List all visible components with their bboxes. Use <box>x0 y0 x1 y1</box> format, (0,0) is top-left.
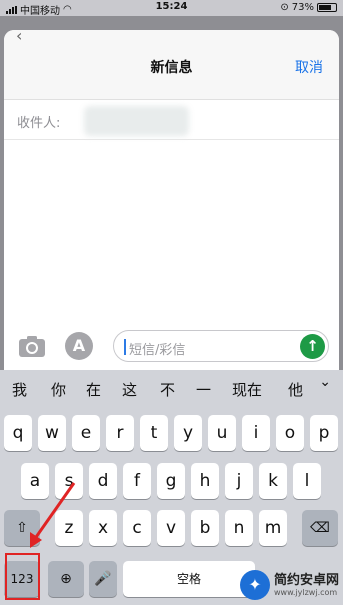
android-logo-icon: ✦ <box>239 570 270 600</box>
battery-percent: 73% <box>291 2 314 13</box>
key-o[interactable]: o <box>276 415 304 451</box>
key-e[interactable]: e <box>72 415 100 451</box>
key-c[interactable]: c <box>123 510 151 546</box>
suggestion-item[interactable]: 这 <box>122 379 137 400</box>
text-cursor <box>124 339 126 355</box>
key-b[interactable]: b <box>191 510 219 546</box>
key-a[interactable]: a <box>21 463 49 499</box>
battery-group: ⊙ 73% <box>280 2 337 13</box>
suggestion-item[interactable]: 在 <box>86 379 101 400</box>
annotation-highlight-box <box>5 553 40 600</box>
key-p[interactable]: p <box>310 415 338 451</box>
cancel-button[interactable]: 取消 <box>295 57 323 77</box>
watermark-name: 简约安卓网 <box>273 572 339 588</box>
suggestion-item[interactable]: 他 <box>288 379 303 400</box>
recipient-field[interactable]: 收件人: <box>4 100 339 140</box>
site-watermark: ✦ 简约安卓网 www.jylzwj.com <box>239 568 339 602</box>
suggestion-item[interactable]: 你 <box>51 379 66 400</box>
chevron-down-icon[interactable]: ⌄ <box>319 374 331 390</box>
battery-icon <box>317 3 337 12</box>
space-key[interactable]: 空格 <box>123 561 255 597</box>
delete-key[interactable]: ⌫ <box>302 510 338 546</box>
key-n[interactable]: n <box>225 510 253 546</box>
key-v[interactable]: v <box>157 510 185 546</box>
key-h[interactable]: h <box>191 463 219 499</box>
camera-icon[interactable] <box>18 334 46 358</box>
key-f[interactable]: f <box>123 463 151 499</box>
globe-key[interactable]: ⊕ <box>48 561 84 597</box>
rotation-lock-icon: ⊙ <box>280 2 289 13</box>
key-l[interactable]: l <box>293 463 321 499</box>
suggestion-item[interactable]: 一 <box>196 379 211 400</box>
key-i[interactable]: i <box>242 415 270 451</box>
key-u[interactable]: u <box>208 415 236 451</box>
compose-bar: A 短信/彩信 ↑ <box>4 326 339 370</box>
recipient-label: 收件人: <box>17 116 61 131</box>
key-y[interactable]: y <box>174 415 202 451</box>
key-w[interactable]: w <box>38 415 66 451</box>
suggestion-item[interactable]: 我 <box>12 379 27 400</box>
message-input[interactable]: 短信/彩信 ↑ <box>113 330 329 362</box>
send-arrow-icon[interactable]: ↑ <box>300 334 325 359</box>
shift-icon: ⇧ <box>16 520 28 536</box>
watermark-url: www.jylzwj.com <box>273 587 338 597</box>
suggestion-bar: 我 你 在 这 不 一 现在 他 ⌄ <box>0 370 343 406</box>
key-r[interactable]: r <box>106 415 134 451</box>
suggestion-item[interactable]: 不 <box>160 379 175 400</box>
key-q[interactable]: q <box>4 415 32 451</box>
key-j[interactable]: j <box>225 463 253 499</box>
nav-bar: ‹ 新信息 取消 <box>4 30 339 100</box>
key-s[interactable]: s <box>55 463 83 499</box>
key-k[interactable]: k <box>259 463 287 499</box>
app-store-icon[interactable]: A <box>65 332 93 360</box>
key-d[interactable]: d <box>89 463 117 499</box>
backspace-icon: ⌫ <box>310 520 330 536</box>
globe-icon: ⊕ <box>60 571 72 587</box>
dictation-key[interactable]: 🎤 <box>89 561 117 597</box>
watermark-text: 简约安卓网 www.jylzwj.com <box>273 572 339 597</box>
status-bar: 中国移动 ◠ 15:24 ⊙ 73% <box>0 0 343 17</box>
back-icon[interactable]: ‹ <box>16 30 22 45</box>
suggestion-item[interactable]: 现在 <box>232 379 262 400</box>
shift-key[interactable]: ⇧ <box>4 510 40 546</box>
key-m[interactable]: m <box>259 510 287 546</box>
recipient-redacted <box>84 106 189 136</box>
key-g[interactable]: g <box>157 463 185 499</box>
key-t[interactable]: t <box>140 415 168 451</box>
microphone-icon: 🎤 <box>94 571 112 587</box>
key-z[interactable]: z <box>55 510 83 546</box>
key-x[interactable]: x <box>89 510 117 546</box>
message-placeholder: 短信/彩信 <box>129 343 186 358</box>
page-title: 新信息 <box>150 60 193 76</box>
